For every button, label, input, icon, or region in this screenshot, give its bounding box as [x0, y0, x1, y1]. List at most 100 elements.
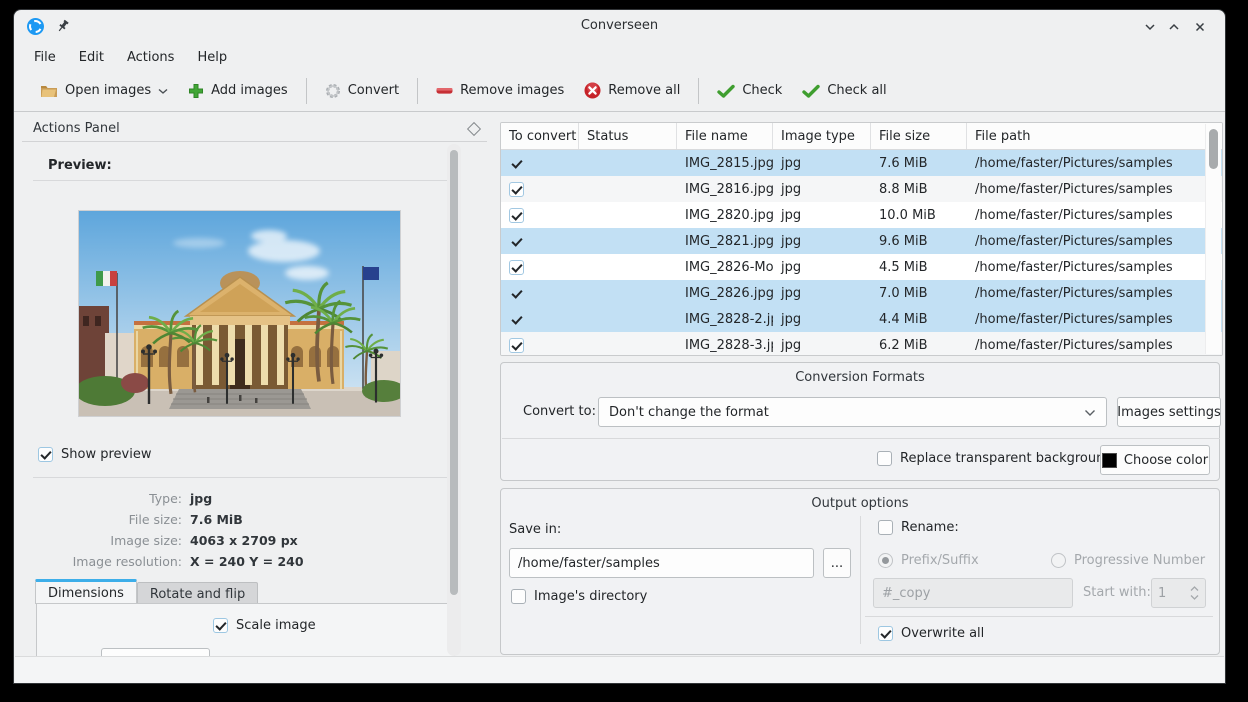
start-with-spinbox[interactable]: 1 — [1151, 578, 1206, 608]
cell-file-size: 7.6 MiB — [871, 156, 967, 171]
conversion-formats-group: Conversion Formats Convert to: Don't cha… — [500, 362, 1220, 481]
table-scrollbar-thumb[interactable] — [1209, 129, 1218, 169]
rename-pattern-input[interactable] — [873, 578, 1073, 608]
cell-file-size: 8.8 MiB — [871, 182, 967, 197]
col-status[interactable]: Status — [579, 123, 677, 149]
minimize-button[interactable] — [1141, 19, 1159, 35]
col-file-name[interactable]: File name — [677, 123, 773, 149]
browse-button[interactable]: ... — [823, 548, 851, 578]
cell-file-path: /home/faster/Pictures/samples — [967, 260, 1222, 275]
scale-image-checkbox[interactable]: Scale image — [213, 618, 316, 633]
cell-image-type: jpg — [773, 182, 871, 197]
check-all-label: Check all — [827, 83, 886, 98]
table-row[interactable]: IMG_2820.jpg jpg 10.0 MiB /home/faster/P… — [501, 202, 1222, 228]
start-with-value: 1 — [1158, 586, 1166, 601]
save-in-input[interactable] — [509, 548, 814, 578]
overwrite-all-checkbox[interactable]: Overwrite all — [878, 626, 984, 641]
open-images-label: Open images — [65, 83, 151, 98]
menu-edit[interactable]: Edit — [78, 48, 105, 67]
close-button[interactable] — [1191, 19, 1209, 35]
convert-button[interactable]: Convert — [315, 77, 409, 105]
menu-help[interactable]: Help — [196, 48, 228, 67]
cell-file-path: /home/faster/Pictures/samples — [967, 234, 1222, 249]
format-combobox[interactable]: Don't change the format — [598, 397, 1107, 427]
replace-transparent-checkbox[interactable]: Replace transparent background — [877, 451, 1113, 466]
images-directory-checkbox[interactable]: Image's directory — [511, 589, 647, 604]
show-preview-checkbox[interactable]: Show preview — [38, 447, 151, 462]
row-checkbox[interactable] — [509, 156, 524, 171]
menu-actions[interactable]: Actions — [126, 48, 176, 67]
info-value: 4063 x 2709 px — [190, 533, 298, 554]
table-row[interactable]: IMG_2828-3.jpg jpg 6.2 MiB /home/faster/… — [501, 332, 1222, 356]
open-images-button[interactable]: Open images — [30, 77, 178, 104]
divider — [865, 616, 1213, 617]
menu-file[interactable]: File — [33, 48, 57, 67]
convert-label: Convert — [348, 83, 399, 98]
panel-scrollbar-thumb[interactable] — [450, 150, 458, 595]
cell-image-type: jpg — [773, 208, 871, 223]
chevron-down-icon — [158, 87, 168, 95]
cell-image-type: jpg — [773, 338, 871, 353]
row-checkbox[interactable] — [509, 182, 524, 197]
remove-images-button[interactable]: Remove images — [426, 77, 574, 104]
folder-icon — [40, 83, 58, 98]
row-checkbox[interactable] — [509, 208, 524, 223]
row-checkbox[interactable] — [509, 312, 524, 327]
spin-down-icon[interactable] — [1190, 594, 1199, 600]
tab-rotate-and-flip[interactable]: Rotate and flip — [137, 582, 258, 604]
remove-all-button[interactable]: Remove all — [574, 76, 690, 105]
table-row[interactable]: IMG_2821.jpg jpg 9.6 MiB /home/faster/Pi… — [501, 228, 1222, 254]
choose-color-button[interactable]: Choose color — [1100, 445, 1210, 475]
maximize-button[interactable] — [1165, 19, 1183, 35]
row-checkbox[interactable] — [509, 234, 524, 249]
images-settings-button[interactable]: Images settings — [1117, 397, 1221, 427]
checkbox-box — [38, 447, 53, 462]
plus-icon — [188, 83, 204, 99]
col-file-path[interactable]: File path — [967, 123, 1222, 149]
table-row[interactable]: IMG_2826.jpg jpg 7.0 MiB /home/faster/Pi… — [501, 280, 1222, 306]
spin-up-icon[interactable] — [1190, 586, 1199, 592]
info-imagesize-row: Image size: 4063 x 2709 px — [22, 533, 442, 554]
cell-file-name: IMG_2826.jpg — [677, 286, 773, 301]
table-row[interactable]: IMG_2815.jpg jpg 7.6 MiB /home/faster/Pi… — [501, 150, 1222, 176]
info-label: Image resolution: — [22, 554, 182, 575]
panel-scrollbar[interactable] — [447, 144, 461, 656]
cell-file-name: IMG_2828-2.jpg — [677, 312, 773, 327]
check-button[interactable]: Check — [707, 77, 792, 104]
toolbar-separator — [417, 78, 418, 104]
divider — [33, 180, 450, 181]
info-label: File size: — [22, 512, 182, 533]
row-checkbox[interactable] — [509, 286, 524, 301]
clipped-widget[interactable] — [101, 648, 210, 656]
check-all-button[interactable]: Check all — [792, 77, 896, 104]
prefix-suffix-label: Prefix/Suffix — [901, 553, 979, 568]
table-row[interactable]: IMG_2826-Mo... jpg 4.5 MiB /home/faster/… — [501, 254, 1222, 280]
row-checkbox[interactable] — [509, 260, 524, 275]
prefix-suffix-radio[interactable]: Prefix/Suffix — [878, 553, 979, 568]
tab-dimensions[interactable]: Dimensions — [35, 579, 137, 604]
table-row[interactable]: IMG_2816.jpg jpg 8.8 MiB /home/faster/Pi… — [501, 176, 1222, 202]
col-image-type[interactable]: Image type — [773, 123, 871, 149]
toolbar-separator — [698, 78, 699, 104]
table-scrollbar[interactable] — [1205, 124, 1221, 354]
convert-to-label: Convert to: — [523, 404, 596, 419]
col-to-convert[interactable]: To convert — [501, 123, 579, 149]
table-body: IMG_2815.jpg jpg 7.6 MiB /home/faster/Pi… — [501, 150, 1222, 356]
cell-file-name: IMG_2820.jpg — [677, 208, 773, 223]
actions-panel-header[interactable]: Actions Panel — [22, 117, 487, 142]
toolbar: Open images Add images Convert Remove im… — [14, 70, 1225, 112]
col-file-size[interactable]: File size — [871, 123, 967, 149]
rename-checkbox[interactable]: Rename: — [878, 520, 959, 535]
cell-file-path: /home/faster/Pictures/samples — [967, 182, 1222, 197]
titlebar[interactable]: Converseen — [14, 10, 1225, 44]
actions-panel: Actions Panel Preview: — [22, 117, 487, 656]
float-panel-icon[interactable] — [467, 122, 481, 136]
add-images-button[interactable]: Add images — [178, 77, 298, 105]
menubar: File Edit Actions Help — [14, 44, 1225, 70]
cell-image-type: jpg — [773, 312, 871, 327]
table-row[interactable]: IMG_2828-2.jpg jpg 4.4 MiB /home/faster/… — [501, 306, 1222, 332]
progressive-number-radio[interactable]: Progressive Number — [1051, 553, 1205, 568]
remove-images-label: Remove images — [460, 83, 564, 98]
cell-file-size: 7.0 MiB — [871, 286, 967, 301]
row-checkbox[interactable] — [509, 338, 524, 353]
